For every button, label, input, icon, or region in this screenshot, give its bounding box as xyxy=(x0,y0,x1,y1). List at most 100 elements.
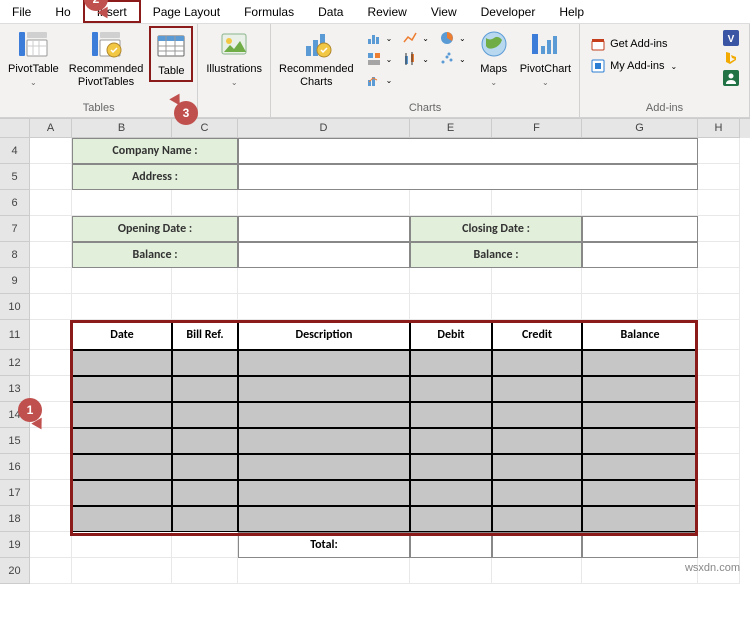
ledger-header-credit[interactable]: Credit xyxy=(492,320,582,350)
ledger-cell[interactable] xyxy=(172,350,238,376)
cell[interactable] xyxy=(30,558,72,584)
row-16[interactable]: 16 xyxy=(0,454,30,480)
row-17[interactable]: 17 xyxy=(0,480,30,506)
column-chart-button[interactable]: ⌄ xyxy=(362,28,397,48)
col-e[interactable]: E xyxy=(410,119,492,138)
cell[interactable] xyxy=(698,164,740,190)
col-h[interactable]: H xyxy=(698,119,740,138)
cell[interactable] xyxy=(410,268,492,294)
cell[interactable] xyxy=(172,190,238,216)
cell[interactable] xyxy=(30,506,72,532)
ledger-header-debit[interactable]: Debit xyxy=(410,320,492,350)
cell[interactable] xyxy=(492,190,582,216)
ledger-cell[interactable] xyxy=(410,402,492,428)
cell[interactable] xyxy=(492,268,582,294)
bing-icon[interactable] xyxy=(723,50,739,66)
ledger-cell[interactable] xyxy=(172,402,238,428)
ledger-cell[interactable] xyxy=(582,428,698,454)
opening-date-label[interactable]: Opening Date : xyxy=(72,216,238,242)
cell[interactable] xyxy=(172,558,238,584)
cell[interactable] xyxy=(238,268,410,294)
menu-view[interactable]: View xyxy=(419,0,469,23)
menu-review[interactable]: Review xyxy=(355,0,418,23)
ledger-cell[interactable] xyxy=(72,428,172,454)
row-19[interactable]: 19 xyxy=(0,532,30,558)
row-12[interactable]: 12 xyxy=(0,350,30,376)
cell[interactable] xyxy=(492,558,582,584)
cell[interactable] xyxy=(72,268,172,294)
row-10[interactable]: 10 xyxy=(0,294,30,320)
cell[interactable] xyxy=(30,190,72,216)
row-18[interactable]: 18 xyxy=(0,506,30,532)
cell[interactable] xyxy=(410,190,492,216)
ledger-cell[interactable] xyxy=(582,376,698,402)
menu-help[interactable]: Help xyxy=(547,0,596,23)
ledger-header-balance[interactable]: Balance xyxy=(582,320,698,350)
ledger-cell[interactable] xyxy=(172,454,238,480)
pie-chart-button[interactable]: ⌄ xyxy=(435,28,470,48)
visio-icon[interactable]: V xyxy=(723,30,739,46)
cell[interactable] xyxy=(30,376,72,402)
ledger-cell[interactable] xyxy=(492,350,582,376)
ledger-cell[interactable] xyxy=(582,480,698,506)
maps-button[interactable]: Maps ⌄ xyxy=(474,26,514,91)
ledger-cell[interactable] xyxy=(410,480,492,506)
cell[interactable] xyxy=(698,402,740,428)
cell[interactable] xyxy=(72,532,172,558)
cell[interactable] xyxy=(698,428,740,454)
ledger-cell[interactable] xyxy=(72,402,172,428)
cell[interactable] xyxy=(30,350,72,376)
ledger-cell[interactable] xyxy=(410,506,492,532)
statistic-chart-button[interactable]: ⌄ xyxy=(398,49,433,69)
ledger-cell[interactable] xyxy=(72,506,172,532)
menu-developer[interactable]: Developer xyxy=(469,0,548,23)
col-b[interactable]: B xyxy=(72,119,172,138)
cell[interactable] xyxy=(698,190,740,216)
cell[interactable] xyxy=(30,320,72,350)
address-value[interactable] xyxy=(238,164,698,190)
ledger-header-description[interactable]: Description xyxy=(238,320,410,350)
cell[interactable] xyxy=(582,190,698,216)
cell[interactable] xyxy=(698,454,740,480)
cell[interactable] xyxy=(30,216,72,242)
ledger-cell[interactable] xyxy=(72,350,172,376)
ledger-cell[interactable] xyxy=(582,350,698,376)
menu-formulas[interactable]: Formulas xyxy=(232,0,306,23)
ledger-cell[interactable] xyxy=(238,506,410,532)
cell[interactable] xyxy=(410,558,492,584)
company-name-value[interactable] xyxy=(238,138,698,164)
row-5[interactable]: 5 xyxy=(0,164,30,190)
cell[interactable] xyxy=(30,164,72,190)
cell[interactable] xyxy=(698,480,740,506)
balance-left-label[interactable]: Balance : xyxy=(72,242,238,268)
cell[interactable] xyxy=(698,350,740,376)
cell[interactable] xyxy=(30,532,72,558)
cell[interactable] xyxy=(698,294,740,320)
balance-right-value[interactable] xyxy=(582,242,698,268)
ledger-cell[interactable] xyxy=(238,480,410,506)
ledger-cell[interactable] xyxy=(238,402,410,428)
scatter-chart-button[interactable]: ⌄ xyxy=(435,49,470,69)
people-icon[interactable] xyxy=(723,70,739,86)
cell[interactable] xyxy=(698,506,740,532)
ledger-cell[interactable] xyxy=(410,454,492,480)
ledger-header-billref[interactable]: Bill Ref. xyxy=(172,320,238,350)
ledger-cell[interactable] xyxy=(238,454,410,480)
cell[interactable] xyxy=(172,268,238,294)
col-g[interactable]: G xyxy=(582,119,698,138)
cell[interactable] xyxy=(72,190,172,216)
col-d[interactable]: D xyxy=(238,119,410,138)
cell[interactable] xyxy=(172,532,238,558)
cell[interactable] xyxy=(698,216,740,242)
ledger-cell[interactable] xyxy=(172,506,238,532)
cell[interactable] xyxy=(698,320,740,350)
opening-date-value[interactable] xyxy=(238,216,410,242)
cell[interactable] xyxy=(30,294,72,320)
cell[interactable] xyxy=(698,242,740,268)
ledger-cell[interactable] xyxy=(492,454,582,480)
cell[interactable] xyxy=(698,138,740,164)
table-button[interactable]: Table xyxy=(149,26,193,82)
company-name-label[interactable]: Company Name : xyxy=(72,138,238,164)
total-balance[interactable] xyxy=(582,532,698,558)
balance-left-value[interactable] xyxy=(238,242,410,268)
